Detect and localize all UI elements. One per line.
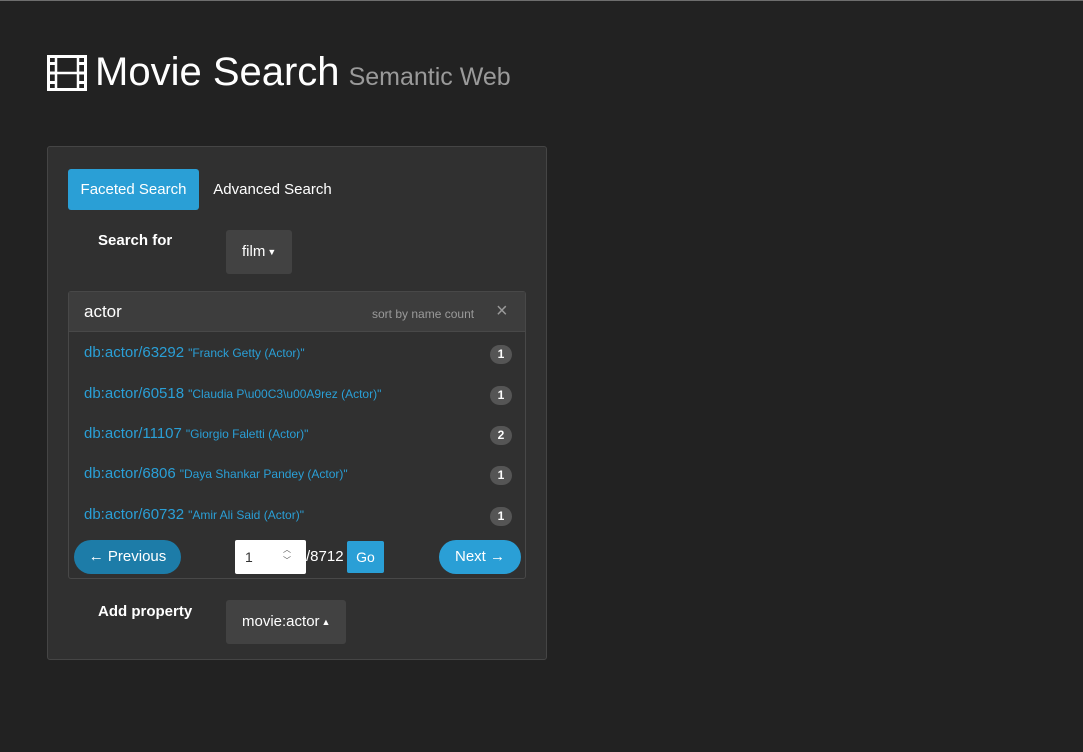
search-for-dropdown[interactable]: film ▼ bbox=[226, 230, 293, 274]
page-number-value: 1 bbox=[245, 549, 253, 565]
close-icon[interactable]: × bbox=[496, 300, 508, 323]
count-badge: 1 bbox=[490, 466, 512, 485]
chevron-up-icon[interactable]: ︿ bbox=[283, 544, 295, 555]
search-for-value: film bbox=[242, 243, 266, 260]
search-for-label: Search for bbox=[98, 232, 173, 249]
list-item[interactable]: db:actor/63292 "Franck Getty (Actor)" 1 bbox=[84, 344, 512, 368]
page-stepper[interactable]: ︿ ﹀ bbox=[283, 544, 295, 566]
search-panel: Faceted Search Advanced Search Search fo… bbox=[47, 146, 547, 660]
count-badge: 1 bbox=[490, 507, 512, 526]
count-badge: 1 bbox=[490, 345, 512, 364]
facet-box: actor sort by name count × db:actor/6329… bbox=[68, 291, 526, 579]
page-total: /8712 bbox=[306, 548, 344, 565]
tab-faceted-search[interactable]: Faceted Search bbox=[68, 169, 199, 210]
item-id[interactable]: db:actor/6806 bbox=[84, 465, 176, 482]
item-id[interactable]: db:actor/11107 bbox=[84, 425, 182, 442]
item-label[interactable]: "Franck Getty (Actor)" bbox=[188, 346, 305, 360]
facet-header: actor sort by name count × bbox=[69, 292, 525, 332]
sort-by-name-link[interactable]: name bbox=[411, 307, 441, 321]
go-button[interactable]: Go bbox=[347, 541, 384, 573]
chevron-down-icon[interactable]: ﹀ bbox=[283, 555, 295, 566]
page-subtitle: Semantic Web bbox=[348, 63, 511, 91]
count-badge: 2 bbox=[490, 426, 512, 445]
list-item[interactable]: db:actor/60518 "Claudia P\u00C3\u00A9rez … bbox=[84, 385, 512, 409]
item-id[interactable]: db:actor/60732 bbox=[84, 506, 184, 523]
list-item[interactable]: db:actor/11107 "Giorgio Faletti (Actor)" … bbox=[84, 425, 512, 449]
tab-advanced-search[interactable]: Advanced Search bbox=[200, 169, 345, 210]
item-label[interactable]: "Amir Ali Said (Actor)" bbox=[188, 508, 304, 522]
item-id[interactable]: db:actor/60518 bbox=[84, 385, 184, 402]
next-button[interactable]: Next → bbox=[439, 540, 521, 574]
facet-title: actor bbox=[84, 302, 122, 321]
previous-button[interactable]: ← Previous bbox=[74, 540, 181, 574]
caret-up-icon: ▲ bbox=[321, 617, 331, 627]
page-number-input[interactable]: 1 ︿ ﹀ bbox=[235, 540, 306, 574]
film-icon bbox=[47, 54, 87, 91]
page-title: Movie Search bbox=[95, 50, 340, 94]
list-item[interactable]: db:actor/6806 "Daya Shankar Pandey (Actor… bbox=[84, 465, 512, 489]
page-header: Movie Search Semantic Web bbox=[47, 50, 511, 95]
item-label[interactable]: "Claudia P\u00C3\u00A9rez (Actor)" bbox=[188, 387, 381, 401]
sort-prefix: sort by bbox=[372, 307, 409, 321]
item-label[interactable]: "Daya Shankar Pandey (Actor)" bbox=[180, 467, 348, 481]
item-label[interactable]: "Giorgio Faletti (Actor)" bbox=[186, 427, 309, 441]
sort-controls: sort by name count bbox=[372, 307, 474, 321]
add-property-label: Add property bbox=[98, 603, 193, 620]
count-badge: 1 bbox=[490, 386, 512, 405]
caret-down-icon: ▼ bbox=[267, 247, 277, 257]
sort-by-count-link[interactable]: count bbox=[445, 307, 474, 321]
add-property-dropdown[interactable]: movie:actor ▲ bbox=[226, 600, 347, 644]
item-id[interactable]: db:actor/63292 bbox=[84, 344, 184, 361]
add-property-value: movie:actor bbox=[242, 613, 320, 630]
list-item[interactable]: db:actor/60732 "Amir Ali Said (Actor)" 1 bbox=[84, 506, 512, 530]
top-border bbox=[0, 0, 1083, 1]
